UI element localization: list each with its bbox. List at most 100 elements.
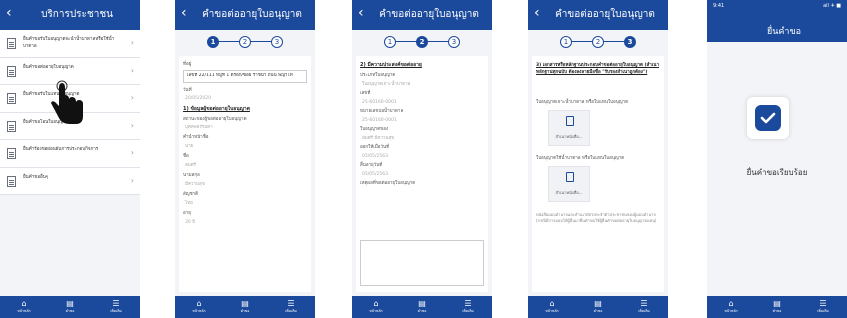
step-3: 3 (448, 36, 460, 48)
header-title: คำขอต่ออายุใบอนุญาต (555, 9, 655, 20)
age-label: อายุ (183, 211, 191, 216)
applicant-status-label: สถานะของผู้ขอต่ออายุใบอนุญาต (183, 117, 247, 122)
prefix-label: คำนำหน้าชื่อ (183, 135, 209, 140)
screen-service-menu: ‹ บริการประชาชน ยื่นคำขอรับใบอนุญาตจะนำน… (0, 0, 140, 318)
tab-requests[interactable]: ▤ คำขอ (578, 299, 618, 317)
back-arrow-icon[interactable]: ‹ (6, 4, 12, 22)
doc1-upload[interactable]: สำเนาหนังสือ... (548, 110, 590, 146)
doc1-label: ใบอนุญาตเจาะน้ำบาดาล หรือใบแทนใบอนุญาต (536, 100, 629, 105)
screen-renew-step3: ‹ คำขอต่ออายุใบอนุญาต 1 2 3 3) เอกสารหรื… (528, 0, 668, 318)
document-icon (7, 93, 16, 104)
home-icon: ⌂ (21, 299, 27, 308)
step-1: 1 (560, 36, 572, 48)
step-2: 2 (592, 36, 604, 48)
status-signal: all ✈ ■ (823, 3, 841, 9)
doc2-upload[interactable]: สำเนาหนังสือ... (548, 166, 590, 202)
license-no-label: เลขที่ (360, 91, 371, 96)
authorization-note: หนังสือมอบอำนาจและสำเนาบัตรประจำตัวประชา… (536, 212, 657, 223)
expiry-date-value: 05/05/2563 (362, 172, 388, 177)
menu-item-waiver-request[interactable]: ยื่นคำร้องขอผ่อนผันการประกอบกิจการ › (0, 140, 140, 168)
clipboard-icon: ▤ (66, 299, 74, 308)
step-2: 2 (416, 36, 428, 48)
app-header: ‹ คำขอต่ออายุใบอนุญาต (528, 0, 668, 30)
menu-item-new-license[interactable]: ยื่นคำขอรับใบอนุญาตจะนำน้ำบาดาลหรือใช้น้… (0, 30, 140, 58)
license-no-value: 25-60160-0001 (362, 100, 397, 105)
tab-requests[interactable]: ▤ คำขอ (757, 299, 797, 317)
back-arrow-icon[interactable]: ‹ (358, 4, 364, 22)
doc2-filename: สำเนาหนังสือ... (555, 190, 583, 195)
address-label: ที่อยู่ (183, 62, 192, 67)
reason-textarea[interactable] (360, 240, 484, 286)
tab-more[interactable]: ☰ เพิ่มเติม (271, 299, 311, 317)
chevron-right-icon: › (130, 120, 134, 130)
clipboard-icon: ▤ (773, 299, 781, 308)
tab-home[interactable]: ⌂ หน้าหลัก (711, 299, 751, 317)
bottom-tab-bar: ⌂ หน้าหลัก ▤ คำขอ ☰ เพิ่มเติม (707, 296, 847, 318)
chevron-right-icon: › (130, 93, 134, 102)
step-3: 3 (624, 36, 636, 48)
clipboard-icon: ▤ (594, 299, 602, 308)
section-applicant-info: 1) ข้อมูลผู้ขอต่ออายุใบอนุญาต (183, 106, 250, 112)
license-type-label: ประเภทใบอนุญาต (360, 73, 396, 78)
back-arrow-icon[interactable]: ‹ (534, 4, 540, 22)
expiry-date-label: สิ้นอายุวันที่ (360, 163, 383, 168)
clipboard-icon: ▤ (418, 299, 426, 308)
step-1: 1 (384, 36, 396, 48)
tab-home[interactable]: ⌂ หน้าหลัก (356, 299, 396, 317)
menu-item-other-request[interactable]: ยื่นคำขออื่นๆ › (0, 167, 140, 195)
nationality-label: สัญชาติ (183, 192, 199, 197)
home-icon: ⌂ (728, 299, 734, 308)
bottom-tab-bar: ⌂ หน้าหลัก ▤ คำขอ ☰ เพิ่มเติม (352, 296, 492, 318)
header-title: ยื่นคำขอ (766, 27, 802, 37)
document-icon (7, 120, 16, 132)
tab-home[interactable]: ⌂ หน้าหลัก (4, 299, 44, 317)
first-name-value: สมศรี (185, 163, 196, 168)
bottom-tab-bar: ⌂ หน้าหลัก ▤ คำขอ ☰ เพิ่มเติม (175, 296, 315, 318)
home-icon: ⌂ (373, 299, 379, 308)
menu-icon: ☰ (112, 299, 120, 308)
home-icon: ⌂ (549, 299, 555, 308)
doc2-label: ใบอนุญาตใช้น้ำบาดาล หรือใบแทนใบอนุญาต (536, 156, 625, 161)
step-indicator: 1 2 3 (528, 34, 668, 50)
tab-requests[interactable]: ▤ คำขอ (50, 299, 90, 317)
tab-more[interactable]: ☰ เพิ่มเติม (96, 299, 136, 317)
applicant-status-value: บุคคลธรรมดา (185, 125, 213, 130)
screens-stage: ‹ บริการประชาชน ยื่นคำขอรับใบอนุญาตจะนำน… (0, 0, 847, 318)
date-label: วันที่ (183, 88, 192, 93)
chevron-right-icon: › (130, 38, 134, 47)
menu-icon: ☰ (464, 299, 472, 308)
nationality-value: ไทย (185, 201, 193, 206)
last-name-value: มีความสุข (185, 182, 205, 187)
menu-icon: ☰ (819, 299, 827, 308)
tab-more[interactable]: ☰ เพิ่มเติม (803, 299, 843, 317)
app-header: ‹ บริการประชาชน (0, 0, 140, 30)
renew-form-step2: 2) มีความประสงค์ขอต่ออายุ ประเภทใบอนุญาต… (356, 56, 488, 292)
license-type-value: ใบอนุญาตเจาะน้ำบาดาล (362, 82, 411, 87)
app-header: ‹ คำขอต่ออายุใบอนุญาต (352, 0, 492, 30)
tab-requests[interactable]: ▤ คำขอ (402, 299, 442, 317)
chevron-right-icon: › (130, 148, 134, 157)
document-icon (7, 175, 16, 187)
file-icon (566, 172, 574, 182)
reason-label: เหตุผลที่ขอต่ออายุใบอนุญาต (360, 181, 416, 186)
clipboard-icon: ▤ (241, 299, 249, 308)
tab-home[interactable]: ⌂ หน้าหลัก (179, 299, 219, 317)
section-renew-purpose: 2) มีความประสงค์ขอต่ออายุ (360, 62, 422, 68)
chevron-right-icon: › (130, 65, 134, 75)
tab-more[interactable]: ☰ เพิ่มเติม (448, 299, 488, 317)
step-indicator: 1 2 3 (352, 34, 492, 50)
issue-date-value: 05/05/2563 (362, 154, 388, 159)
menu-item-label: ยื่นคำขอรับใบอนุญาตจะนำน้ำบาดาลหรือใช้น้… (23, 37, 115, 49)
tab-requests[interactable]: ▤ คำขอ (225, 299, 265, 317)
tab-home[interactable]: ⌂ หน้าหลัก (532, 299, 572, 317)
bottom-tab-bar: ⌂ หน้าหลัก ▤ คำขอ ☰ เพิ่มเติม (0, 296, 140, 318)
tab-more[interactable]: ☰ เพิ่มเติม (624, 299, 664, 317)
status-time: 9:41 (713, 3, 725, 9)
back-arrow-icon[interactable]: ‹ (181, 4, 187, 22)
well-no-value: 25-60160-0001 (362, 118, 397, 123)
address-field[interactable]: เลขที่ 22/111 หมู่ที่ 1 ตรอก/ซอย ราชน้ำ … (183, 70, 307, 83)
step-indicator: 1 2 3 (175, 34, 315, 50)
screen-renew-step1: ‹ คำขอต่ออายุใบอนุญาต 1 2 3 ที่อยู่ เลขท… (175, 0, 315, 318)
step-3: 3 (271, 36, 283, 48)
screen-renew-step2: ‹ คำขอต่ออายุใบอนุญาต 1 2 3 2) มีความประ… (352, 0, 492, 318)
